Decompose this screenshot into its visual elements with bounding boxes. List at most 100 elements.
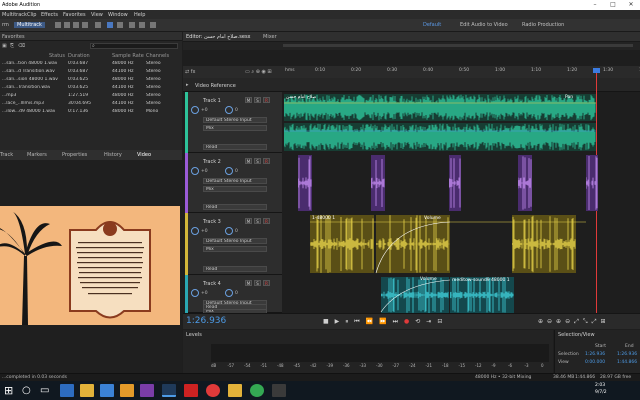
trash-icon[interactable]: ⌫ [18,43,25,49]
file-row[interactable]: ...ilow...d9 48000 1.wav 0:17.136 48000 Hz… [0,107,180,115]
time-ruler[interactable]: 0:100:200:300:400:501:001:101:201:301:40 [285,66,640,78]
menu-effects[interactable]: Effects [41,12,58,18]
record-arm-button[interactable]: R [263,280,270,286]
track2-clip[interactable] [449,155,461,211]
store-icon[interactable] [100,384,114,397]
view-start[interactable]: 0:00.000 [585,360,605,365]
app-icon-grey[interactable] [272,384,286,397]
solo-button[interactable]: S [254,280,261,286]
folder-icon[interactable]: ▣ [2,43,7,49]
audition-icon[interactable] [162,384,176,397]
track1-clip-right[interactable] [284,123,596,151]
pan-knob[interactable] [225,167,233,175]
pan-knob[interactable] [225,289,233,297]
track-automation-mode[interactable]: Read [203,304,267,310]
file-row[interactable]: ...lace_..Illmis.mp3 30:04.695 44100 Hz Ste… [0,99,180,107]
track-name[interactable]: Track 3 [203,219,221,225]
record-arm-button[interactable]: R [263,218,270,224]
search-taskbar-icon[interactable]: ○ [22,385,31,396]
task-view-icon[interactable]: ▭ [40,385,49,396]
track-header[interactable]: Track 1 M S R +0 0 Default Stereo Input Mix Read [185,92,282,153]
file-explorer-icon[interactable] [80,384,94,397]
overview-bar[interactable] [183,42,640,50]
workspace-edit-audio-video[interactable]: Edit Audio to Video [460,22,508,28]
volume-knob[interactable] [191,106,199,114]
overview-range[interactable] [283,44,633,47]
clock-time[interactable]: 2:03 [595,383,605,388]
volume-knob[interactable] [191,227,199,235]
waveform-view-button[interactable]: rm [2,22,9,28]
clock-date[interactable]: 9/7/2 [595,390,607,395]
track1-clip-left[interactable]: صلاح امام حسن [284,94,596,121]
track-output-select[interactable]: Mix [203,186,267,192]
menu-favorites[interactable]: Favorites [63,12,86,18]
track-input-select[interactable]: Default Stereo Input [203,117,267,123]
solo-button[interactable]: S [254,97,261,103]
zoom-controls[interactable]: ⊕⊖⊕⊖⤢⤡⤢⊞ [538,318,610,326]
track-name[interactable]: Track 1 [203,98,221,104]
record-icon[interactable]: ● [404,318,415,325]
minimize-button[interactable]: – [586,0,604,10]
track2-clip[interactable] [518,155,532,211]
tab-track[interactable]: Track [0,152,13,158]
playhead-handle[interactable] [593,68,600,73]
mute-button[interactable]: M [245,218,252,224]
fx-icon[interactable]: ⇄ fx [185,69,196,75]
workspace-default[interactable]: Default [423,22,441,28]
app-icon-orange[interactable] [120,384,134,397]
multitrack-view-button[interactable]: Multitrack [14,22,45,28]
pan-knob[interactable] [225,227,233,235]
tab-properties[interactable]: Properties [62,152,87,158]
maximize-button[interactable]: □ [604,0,622,10]
track-name[interactable]: Track 4 [203,281,221,287]
track4-clip[interactable] [381,277,449,313]
view-end[interactable]: 1:44.866 [617,360,637,365]
track-output-select[interactable]: Mix [203,246,267,252]
edge-icon[interactable] [60,384,74,397]
pan-knob[interactable] [225,106,233,114]
tab-history[interactable]: History [104,152,122,158]
track-header[interactable]: Track 3 M S R +0 0 Default Stereo Input Mix Read [185,213,282,275]
solo-button[interactable]: S [254,158,261,164]
selection-start[interactable]: 1:26.936 [585,352,605,357]
menu-clip[interactable]: Clip [27,12,36,18]
close-button[interactable]: ✕ [622,0,640,10]
file-row[interactable]: ...sali...Transition.wav 0:03.625 44100 Hz… [0,83,180,91]
menu-window[interactable]: Window [108,12,128,18]
track-automation-mode[interactable]: Read [203,204,267,210]
track4-clip[interactable]: meditow-sound9 48000 1 [450,277,514,313]
track-header[interactable]: Track 2 M S R +0 0 Default Stereo Input Mix Read [185,153,282,213]
files-search-input[interactable]: ⌕ [90,43,178,49]
opera-icon[interactable] [206,384,220,397]
selection-end[interactable]: 1:26.936 [617,352,637,357]
app-icon-red[interactable] [184,384,198,397]
transport-controls[interactable]: ■▶⏸⏮⏪⏩⏭●⟲⇥⊟ [323,318,448,326]
file-row[interactable]: ...sali...d Transition.wav 0:03.687 44100 … [0,67,180,75]
menu-view[interactable]: View [91,12,103,18]
volume-knob[interactable] [191,167,199,175]
chrome-icon[interactable] [250,384,264,397]
editor-title-tab[interactable]: Editor: صلاح امام حسن.sesx [186,34,251,40]
mixer-tab[interactable]: Mixer [263,34,277,40]
track2-clip[interactable] [371,155,385,211]
record-arm-button[interactable]: R [263,97,270,103]
start-icon[interactable]: ⊞ [4,384,13,397]
track-automation-mode[interactable]: Read [203,266,267,272]
track2-clip[interactable] [298,155,312,211]
folder-taskbar-icon[interactable] [228,384,242,397]
track-input-select[interactable]: Default Stereo Input [203,238,267,244]
import-icon[interactable]: ⎘ [10,43,14,49]
file-row[interactable]: ...mp3 1:27.519 48000 Hz Stereo [0,91,180,99]
track-output-select[interactable]: Mix [203,125,267,131]
track-name[interactable]: Track 2 [203,159,221,165]
track3-clip[interactable]: 1-48000 1 [310,215,374,273]
mute-button[interactable]: M [245,158,252,164]
track-header[interactable]: Track 4MSR+00Default Stereo InputMixRead [185,275,282,314]
record-arm-button[interactable]: R [263,158,270,164]
tab-video[interactable]: Video [137,152,151,158]
onenote-icon[interactable] [140,384,154,397]
workspace-radio-production[interactable]: Radio Production [522,22,564,28]
track3-clip[interactable] [376,215,450,273]
volume-knob[interactable] [191,289,199,297]
menu-help[interactable]: Help [134,12,145,18]
